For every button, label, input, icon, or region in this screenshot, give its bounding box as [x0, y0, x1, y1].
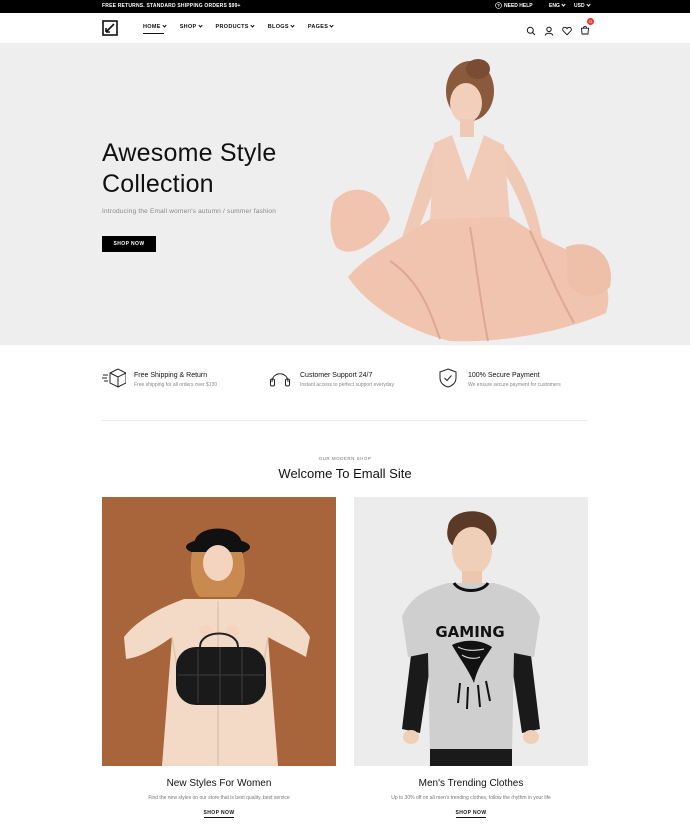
language-selector[interactable]: ENG	[549, 2, 566, 9]
feature-payment: 100% Secure Payment We ensure secure pay…	[436, 368, 561, 388]
chevron-down-icon	[585, 2, 591, 7]
feature-title: 100% Secure Payment	[468, 372, 540, 379]
men-collection-image[interactable]: GAMING	[354, 497, 588, 766]
shield-check-icon	[439, 368, 457, 388]
nav-item-blogs[interactable]: BLOGS	[267, 23, 295, 30]
chevron-down-icon	[162, 23, 167, 28]
nav-label: BLOGS	[267, 24, 289, 30]
card-title: Men's Trending Clothes	[418, 778, 524, 789]
language-label: ENG	[549, 3, 560, 9]
menu: HOME SHOP PRODUCTS BLOGS PAGES	[143, 23, 334, 34]
card-desc: Find the new styles on our store that is…	[148, 795, 290, 801]
hero-title-line2: Collection	[102, 170, 214, 198]
chevron-down-icon	[250, 23, 255, 28]
chevron-down-icon	[561, 2, 566, 7]
nav-label: PAGES	[307, 24, 329, 30]
feature-desc: We ensure secure payment for customers	[468, 382, 561, 388]
chevron-down-icon	[329, 23, 334, 28]
feature-title: Free Shipping & Return	[134, 372, 208, 379]
nav-item-pages[interactable]: PAGES	[307, 23, 334, 30]
nav-label: HOME	[143, 24, 161, 30]
section-eyebrow: OUR MODERN SHOP	[318, 456, 372, 461]
currency-selector[interactable]: USD	[574, 2, 591, 9]
collection-card-women: New Styles For Women Find the new styles…	[102, 497, 336, 818]
search-icon[interactable]	[526, 26, 536, 36]
headphones-icon	[270, 373, 290, 387]
need-help-label: NEED HELP	[504, 2, 533, 9]
nav-label: SHOP	[179, 24, 197, 30]
hero-banner: Awesome Style Collection Introducing the …	[0, 43, 690, 345]
feature-desc: Free shipping for all orders over $130	[134, 382, 218, 388]
help-circle-icon: ?	[495, 2, 502, 9]
chevron-down-icon	[290, 23, 295, 28]
feature-text: Free Shipping & Return Free shipping for…	[134, 368, 217, 388]
heart-icon[interactable]	[562, 26, 572, 36]
women-collection-image[interactable]	[102, 497, 336, 766]
nav-label: PRODUCTS	[215, 24, 249, 30]
need-help-link[interactable]: ? NEED HELP	[495, 2, 533, 9]
cart-icon	[581, 25, 589, 35]
card-shop-now-link[interactable]: SHOP NOW	[203, 810, 235, 818]
card-desc: Up to 30% off on all men's trending clot…	[391, 795, 551, 801]
cart-count-badge: 0	[587, 18, 594, 25]
section-divider	[102, 420, 588, 421]
hero-model-image	[330, 59, 611, 342]
feature-title: Customer Support 24/7	[300, 372, 373, 379]
hero-subtitle: Introducing the Emall women's autumn / s…	[102, 208, 277, 215]
promo-text: FREE RETURNS. STANDARD SHIPPING ORDERS $…	[102, 3, 241, 9]
women-model-illustration	[124, 528, 310, 766]
hero-title-line1: Awesome Style	[102, 139, 277, 167]
hero-title: Awesome Style Collection	[102, 138, 276, 200]
card-shop-now-link[interactable]: SHOP NOW	[455, 810, 487, 818]
chevron-down-icon	[197, 23, 203, 28]
svg-text:?: ?	[497, 3, 500, 8]
nav-actions: 0	[526, 18, 594, 40]
feature-text: Customer Support 24/7 Instant access to …	[300, 368, 394, 388]
nav-item-shop[interactable]: SHOP	[179, 23, 203, 30]
main-nav: HOME SHOP PRODUCTS BLOGS PAGES 0	[0, 13, 690, 43]
collection-card-men: GAMING Men's Trending Clothes Up to 30% …	[354, 497, 588, 818]
cart-button[interactable]: 0	[580, 18, 594, 40]
currency-label: USD	[574, 3, 585, 9]
shirt-graphic-text: GAMING	[435, 623, 504, 641]
logo-icon[interactable]	[102, 20, 118, 36]
card-title: New Styles For Women	[166, 778, 272, 789]
feature-support: Customer Support 24/7 Instant access to …	[268, 368, 394, 388]
feature-text: 100% Secure Payment We ensure secure pay…	[468, 368, 561, 388]
feature-desc: Instant access to perfect support everyd…	[300, 382, 394, 388]
shop-now-button[interactable]: SHOP NOW	[102, 236, 156, 252]
top-bar: FREE RETURNS. STANDARD SHIPPING ORDERS $…	[0, 0, 690, 13]
men-model-illustration: GAMING	[402, 511, 540, 766]
shipping-box-icon	[102, 368, 126, 388]
nav-item-products[interactable]: PRODUCTS	[215, 23, 255, 30]
nav-item-home[interactable]: HOME	[143, 23, 167, 34]
user-icon[interactable]	[544, 26, 554, 36]
feature-shipping: Free Shipping & Return Free shipping for…	[102, 368, 217, 388]
features-row: Free Shipping & Return Free shipping for…	[102, 368, 588, 398]
section-title: Welcome To Emall Site	[278, 466, 412, 481]
